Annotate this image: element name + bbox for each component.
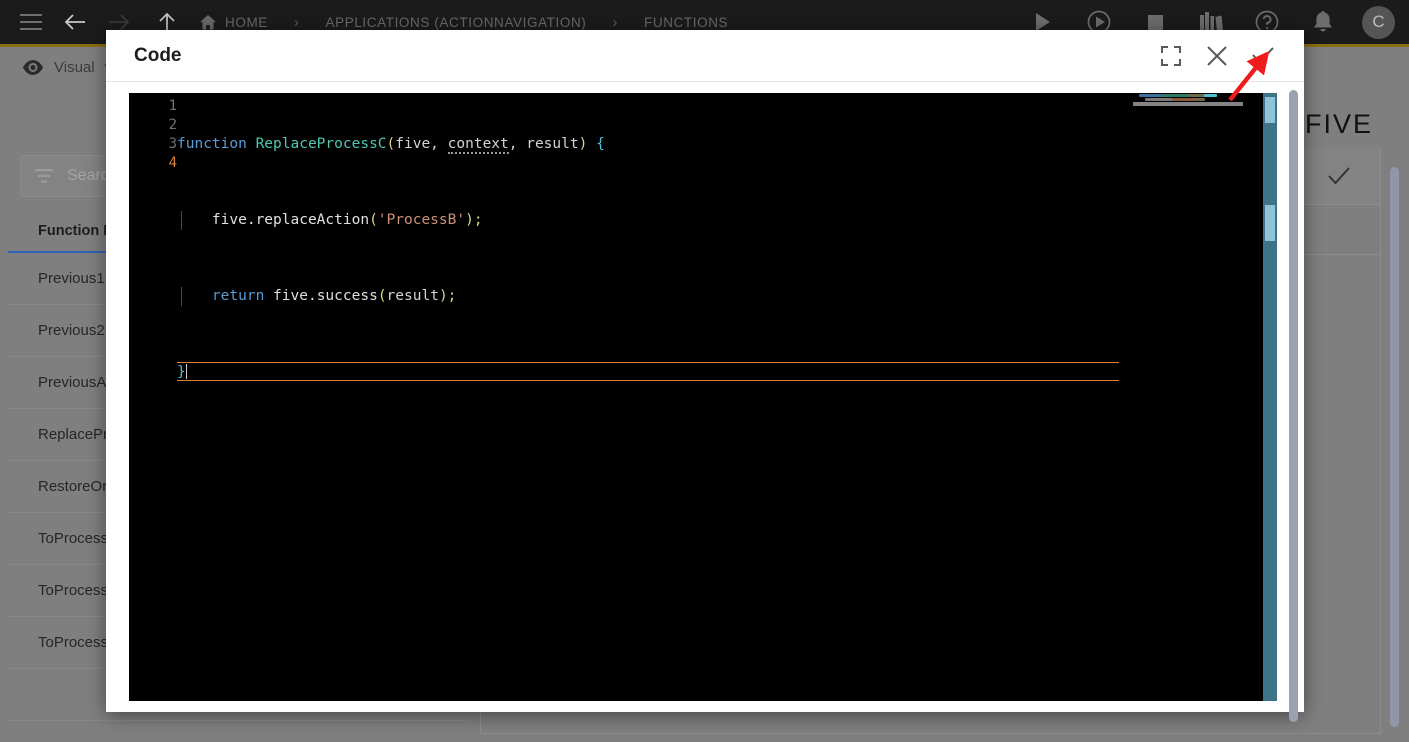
menu-icon[interactable] [14, 5, 48, 39]
line-number-active: 4 [168, 155, 177, 171]
eye-icon [22, 59, 44, 75]
token-brace-open: { [596, 136, 605, 152]
token-arg-result: result [386, 288, 439, 304]
breadcrumb-separator: › [612, 13, 618, 31]
token-semicolon: ; [473, 212, 483, 228]
token-keyword-function: function [177, 136, 247, 152]
token-paren-open: ( [369, 212, 378, 228]
view-mode-label: Visual [54, 58, 95, 76]
avatar[interactable]: C [1362, 5, 1395, 39]
token-call-success: five.success [273, 288, 378, 304]
breadcrumb-home[interactable]: HOME [225, 15, 268, 30]
token-call-replaceaction: five.replaceAction [211, 212, 370, 228]
token-paren-close: ) [578, 136, 588, 152]
modal-scrollbar[interactable] [1289, 90, 1298, 722]
indent-guide [181, 287, 182, 306]
screen-root: HOME › APPLICATIONS (ACTIONNAVIGATION) ›… [0, 0, 1409, 742]
token-param-five: five, [395, 136, 448, 152]
code-line-1[interactable]: function ReplaceProcessC(five, context, … [177, 135, 1277, 154]
code-line-2[interactable]: five.replaceAction('ProcessB'); [177, 211, 1277, 230]
token-paren-close: ) [465, 212, 474, 228]
text-cursor [185, 364, 187, 379]
modal-body: 1 2 3 4 function ReplaceProcessC(five, c… [106, 82, 1304, 712]
token-paren-open: ( [386, 136, 396, 152]
indent-guide [181, 211, 182, 230]
token-function-name: ReplaceProcessC [255, 136, 387, 152]
token-paren-open: ( [377, 288, 387, 304]
home-icon[interactable] [200, 14, 216, 30]
code-line-3[interactable]: return five.success(result); [177, 287, 1277, 306]
breadcrumb-separator: › [293, 13, 300, 31]
token-paren-close: ) [438, 288, 448, 304]
bell-icon[interactable] [1306, 5, 1340, 39]
line-number: 1 [168, 98, 177, 114]
token-param-result: , result [508, 136, 579, 152]
filter-icon [35, 169, 53, 183]
code-modal: Code 1 2 3 4 function ReplaceProcessC(fi… [106, 30, 1304, 722]
editor-line-numbers: 1 2 3 4 [129, 93, 177, 701]
back-arrow-icon[interactable] [58, 5, 92, 39]
token-string-processb: 'ProcessB' [377, 212, 466, 228]
breadcrumb-functions[interactable]: FUNCTIONS [644, 15, 728, 30]
modal-header: Code [106, 30, 1304, 82]
editor-scrollbar-thumb[interactable] [1265, 205, 1275, 241]
line-number: 3 [168, 136, 177, 152]
page-scrollbar[interactable] [1390, 167, 1399, 727]
line-number: 2 [168, 117, 177, 133]
save-button[interactable] [1316, 153, 1362, 199]
token-keyword-return: return [211, 288, 265, 304]
token-param-context: context [447, 136, 509, 154]
annotation-arrow [1228, 52, 1270, 102]
code-editor[interactable]: 1 2 3 4 function ReplaceProcessC(five, c… [129, 93, 1277, 701]
code-line-4-active[interactable]: } [177, 362, 1119, 381]
modal-title: Code [134, 44, 182, 66]
brand-name: FIVE [1304, 109, 1373, 139]
editor-scrollbar[interactable] [1263, 93, 1277, 701]
editor-code-content[interactable]: function ReplaceProcessC(five, context, … [177, 93, 1277, 701]
token-semicolon: ; [447, 288, 457, 304]
token-brace-close: } [177, 364, 186, 380]
breadcrumb-applications[interactable]: APPLICATIONS (ACTIONNAVIGATION) [326, 15, 587, 30]
breadcrumb: HOME › APPLICATIONS (ACTIONNAVIGATION) ›… [200, 14, 728, 31]
fullscreen-icon[interactable] [1148, 33, 1194, 79]
